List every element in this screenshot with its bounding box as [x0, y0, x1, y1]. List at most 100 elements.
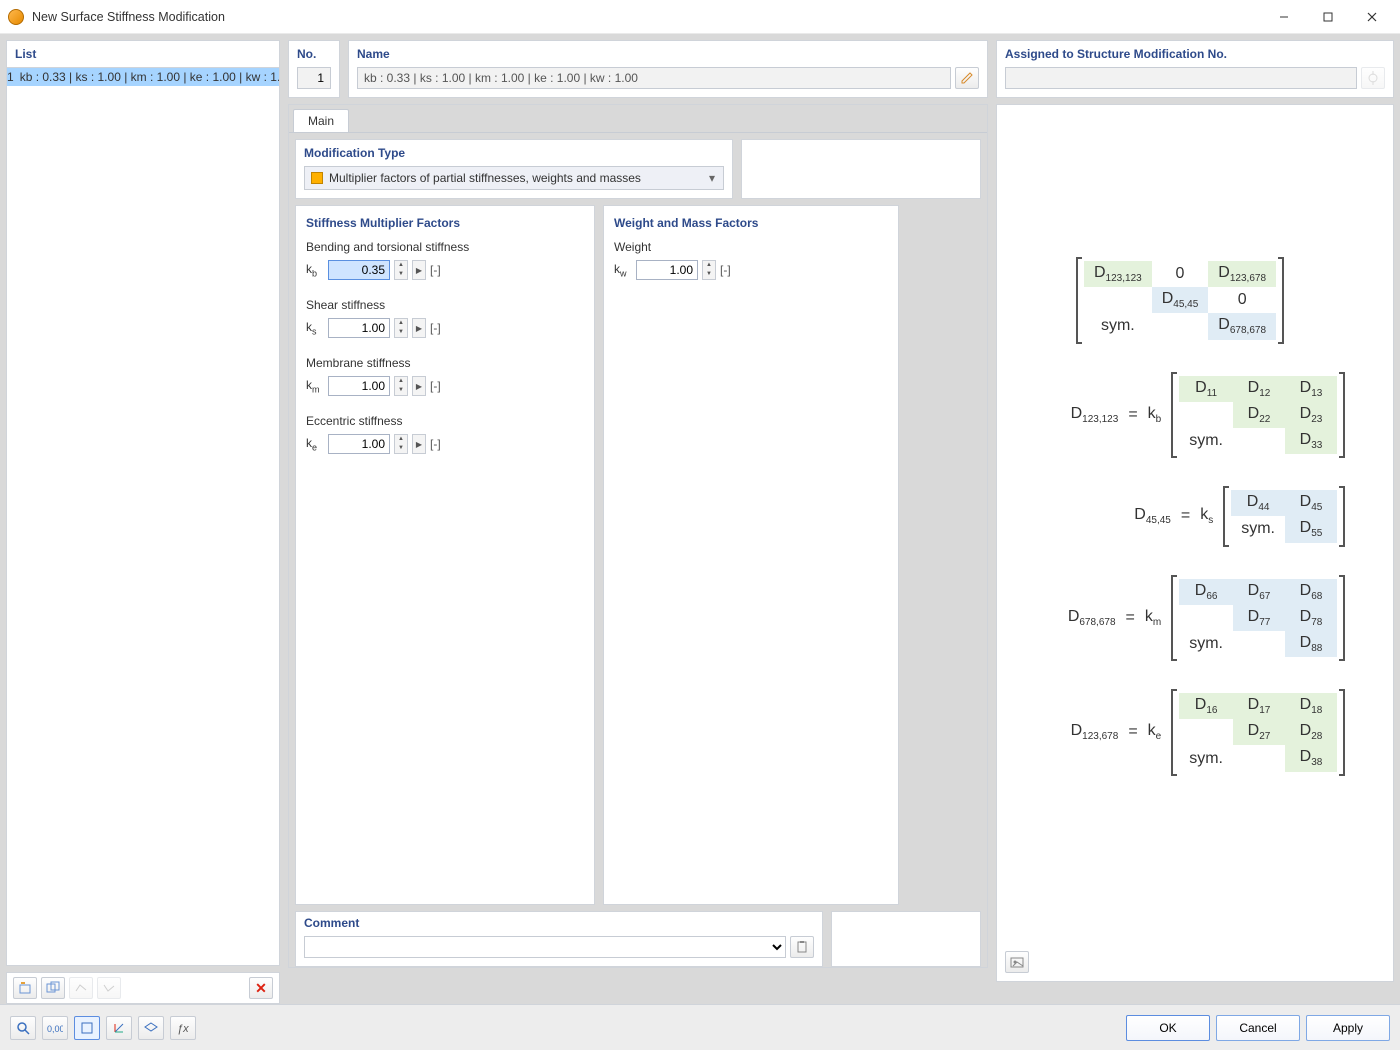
- app-icon: [8, 9, 24, 25]
- modtype-label: Modification Type: [296, 140, 732, 166]
- delete-item-button[interactable]: ✕: [249, 977, 273, 999]
- window-title: New Surface Stiffness Modification: [32, 10, 1262, 24]
- delete-icon: ✕: [255, 980, 267, 997]
- shear-label: Shear stiffness: [306, 298, 584, 312]
- minimize-button[interactable]: [1262, 3, 1306, 31]
- kb-spinner[interactable]: ▲▼: [394, 260, 408, 280]
- ke-symbol: ke: [306, 436, 324, 452]
- toolbar-btn-3: [69, 977, 93, 999]
- km-spinner[interactable]: ▲▼: [394, 376, 408, 396]
- header-fields: No. Name Assigned to Structure Modificat…: [288, 40, 1394, 98]
- title-bar: New Surface Stiffness Modification: [0, 0, 1400, 34]
- units-button[interactable]: 0,00: [42, 1016, 68, 1040]
- comment-panel: Comment: [295, 911, 823, 967]
- new-item-button[interactable]: [13, 977, 37, 999]
- image-icon: [1010, 955, 1024, 969]
- list-body[interactable]: 1 kb : 0.33 | ks : 1.00 | km : 1.00 | ke…: [7, 68, 279, 965]
- pencil-icon: [960, 71, 974, 85]
- mass-factors-panel: Weight and Mass Factors Weight kw ▲▼ [-]: [603, 205, 899, 905]
- apply-button[interactable]: Apply: [1306, 1015, 1390, 1041]
- km-input[interactable]: [328, 376, 390, 396]
- copy-item-button[interactable]: [41, 977, 65, 999]
- list-item-text: kb : 0.33 | ks : 1.00 | km : 1.00 | ke :…: [18, 70, 279, 84]
- no-input[interactable]: [297, 67, 331, 89]
- name-panel: Name: [348, 40, 988, 98]
- tab-main[interactable]: Main: [293, 109, 349, 132]
- name-input[interactable]: [357, 67, 951, 89]
- comment-side-panel: [831, 911, 981, 967]
- comment-select[interactable]: [304, 936, 786, 958]
- assigned-label: Assigned to Structure Modification No.: [997, 41, 1393, 67]
- ok-button[interactable]: OK: [1126, 1015, 1210, 1041]
- km-more-button[interactable]: ▶: [412, 376, 426, 396]
- ks-input[interactable]: [328, 318, 390, 338]
- list-toolbar: ✕: [6, 972, 280, 1004]
- center-column: No. Name Assigned to Structure Modificat…: [288, 40, 1394, 1004]
- clipboard-icon: [795, 940, 809, 954]
- kb-symbol: kb: [306, 262, 324, 278]
- kw-unit: [-]: [720, 263, 731, 277]
- units-icon: 0,00: [47, 1021, 63, 1035]
- membrane-label: Membrane stiffness: [306, 356, 584, 370]
- matrix-preview-panel: D123,1230D123,678 D45,450 sym.D678,678 D…: [996, 104, 1394, 982]
- name-label: Name: [349, 41, 987, 67]
- ke-spinner[interactable]: ▲▼: [394, 434, 408, 454]
- no-panel: No.: [288, 40, 340, 98]
- ks-more-button[interactable]: ▶: [412, 318, 426, 338]
- ke-unit: [-]: [430, 437, 441, 451]
- axes-icon: [112, 1021, 126, 1035]
- list-item-index: 1: [7, 70, 18, 84]
- kw-input[interactable]: [636, 260, 698, 280]
- stiffness-title: Stiffness Multiplier Factors: [306, 216, 584, 230]
- weight-label: Weight: [614, 240, 888, 254]
- ke-more-button[interactable]: ▶: [412, 434, 426, 454]
- bending-label: Bending and torsional stiffness: [306, 240, 584, 254]
- tabs: Main: [289, 105, 987, 133]
- modification-type-select[interactable]: Multiplier factors of partial stiffnesse…: [304, 166, 724, 190]
- comment-library-button[interactable]: [790, 936, 814, 958]
- kw-symbol: kw: [614, 262, 632, 278]
- assigned-pick-button: [1361, 67, 1385, 89]
- km-unit: [-]: [430, 379, 441, 393]
- export-image-button[interactable]: [1005, 951, 1029, 973]
- assigned-input[interactable]: [1005, 67, 1357, 89]
- svg-text:0,00: 0,00: [47, 1024, 63, 1034]
- kw-spinner[interactable]: ▲▼: [702, 260, 716, 280]
- close-button[interactable]: [1350, 3, 1394, 31]
- ks-unit: [-]: [430, 321, 441, 335]
- view-3-button[interactable]: [138, 1016, 164, 1040]
- no-label: No.: [289, 41, 339, 67]
- layers-icon: [144, 1021, 158, 1035]
- maximize-button[interactable]: [1306, 3, 1350, 31]
- main-area: List 1 kb : 0.33 | ks : 1.00 | km : 1.00…: [0, 34, 1400, 1004]
- formula-icon: ƒx: [176, 1021, 190, 1035]
- cancel-button[interactable]: Cancel: [1216, 1015, 1300, 1041]
- kb-unit: [-]: [430, 263, 441, 277]
- view-1-button[interactable]: [74, 1016, 100, 1040]
- help-button[interactable]: [10, 1016, 36, 1040]
- modtype-value: Multiplier factors of partial stiffnesse…: [329, 171, 641, 185]
- stiffness-factors-panel: Stiffness Multiplier Factors Bending and…: [295, 205, 595, 905]
- km-symbol: km: [306, 378, 324, 394]
- view-4-button[interactable]: ƒx: [170, 1016, 196, 1040]
- ke-input[interactable]: [328, 434, 390, 454]
- view-2-button[interactable]: [106, 1016, 132, 1040]
- ks-spinner[interactable]: ▲▼: [394, 318, 408, 338]
- kb-input[interactable]: [328, 260, 390, 280]
- box-icon: [80, 1021, 94, 1035]
- eccentric-label: Eccentric stiffness: [306, 414, 584, 428]
- bottom-bar: 0,00 ƒx OK Cancel Apply: [0, 1004, 1400, 1050]
- modtype-side-panel: [741, 139, 981, 199]
- toolbar-btn-4: [97, 977, 121, 999]
- modification-type-panel: Modification Type Multiplier factors of …: [295, 139, 733, 199]
- ks-symbol: ks: [306, 320, 324, 336]
- modtype-color-swatch: [311, 172, 323, 184]
- magnifier-icon: [16, 1021, 30, 1035]
- edit-name-button[interactable]: [955, 67, 979, 89]
- left-column: List 1 kb : 0.33 | ks : 1.00 | km : 1.00…: [6, 40, 280, 1004]
- kb-more-button[interactable]: ▶: [412, 260, 426, 280]
- list-header: List: [7, 41, 279, 68]
- comment-label: Comment: [304, 916, 814, 932]
- list-item[interactable]: 1 kb : 0.33 | ks : 1.00 | km : 1.00 | ke…: [7, 68, 279, 86]
- tabs-panel: Main Modification Type Multiplier factor…: [288, 104, 988, 968]
